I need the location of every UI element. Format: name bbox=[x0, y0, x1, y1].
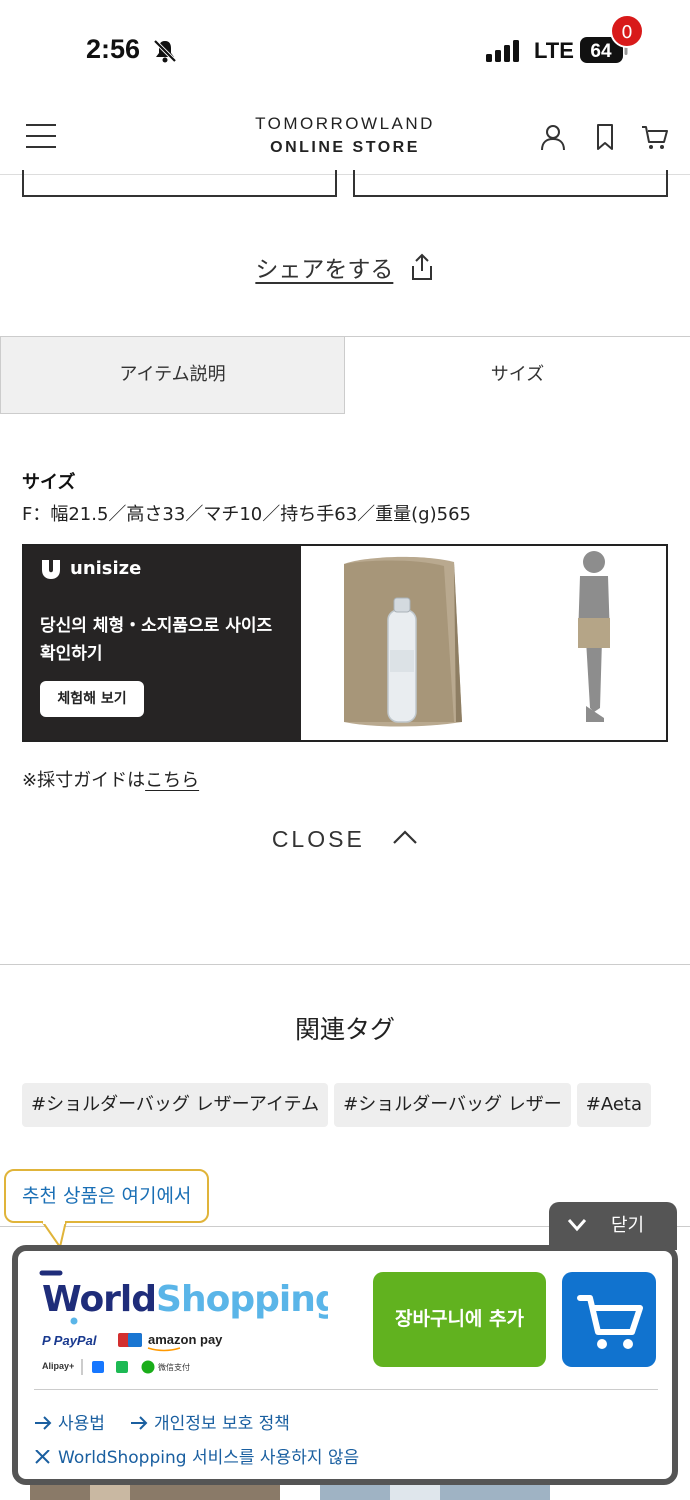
worldshopping-cart-button[interactable] bbox=[562, 1272, 656, 1367]
related-tags-title: 関連タグ bbox=[294, 1015, 395, 1044]
svg-text:P PayPal: P PayPal bbox=[42, 1333, 97, 1348]
add-to-cart-button[interactable]: 장바구니에 추가 bbox=[373, 1272, 546, 1367]
tag-item[interactable]: #ショルダーバッグ レザーアイテム bbox=[22, 1083, 329, 1127]
chevron-down-icon bbox=[567, 1219, 587, 1232]
bag-size-illustration bbox=[344, 551, 610, 727]
partial-button-left[interactable] bbox=[22, 170, 337, 197]
battery-level: 64 bbox=[590, 41, 612, 62]
unisize-try-button[interactable]: 체험해 보기 bbox=[40, 681, 144, 717]
svg-text:amazon pay: amazon pay bbox=[148, 1332, 223, 1347]
item-tabs: アイテム説明 サイズ bbox=[0, 336, 690, 414]
unisize-logo-icon bbox=[42, 560, 60, 579]
recommend-bubble[interactable]: 추천 상품은 여기에서 bbox=[4, 1169, 210, 1223]
site-header: TOMORROWLAND ONLINE STORE bbox=[0, 100, 690, 175]
size-heading: サイズ bbox=[22, 472, 76, 493]
close-label: CLOSE bbox=[271, 826, 365, 852]
network-label: LTE bbox=[534, 38, 574, 63]
share-label: シェアをする bbox=[255, 257, 394, 283]
panel-divider bbox=[34, 1389, 658, 1390]
payment-logos: P PayPal amazon pay Alipay+ 微信支付 bbox=[42, 1332, 223, 1375]
unisize-text: 당신의 체형・소지품으로 사이즈 확인하기 bbox=[40, 616, 273, 664]
share-link[interactable]: シェアをする bbox=[0, 250, 690, 284]
privacy-policy-label: 개인정보 보호 정책 bbox=[154, 1414, 290, 1434]
opt-out-link[interactable]: WorldShopping 서비스를 사용하지 않음 bbox=[34, 1443, 359, 1468]
chevron-up-icon bbox=[393, 830, 417, 844]
worldshopping-logo: WorldShopping bbox=[39, 1270, 328, 1325]
silent-bell-icon bbox=[153, 39, 177, 63]
store-logo[interactable]: TOMORROWLAND ONLINE STORE bbox=[0, 114, 690, 157]
section-divider bbox=[0, 964, 690, 965]
worldshopping-close-tab[interactable]: 닫기 bbox=[549, 1202, 677, 1250]
size-spec: F：幅21.5／高さ33／マチ10／持ち手63／重量(g)565 bbox=[22, 504, 471, 525]
close-icon bbox=[35, 1450, 50, 1464]
close-tab-label: 닫기 bbox=[611, 1215, 645, 1236]
partial-button-right[interactable] bbox=[353, 170, 668, 197]
cart-count-badge: 0 bbox=[610, 14, 644, 48]
privacy-policy-link[interactable]: 개인정보 보호 정책 bbox=[130, 1409, 290, 1434]
opt-out-label: WorldShopping 서비스를 사용하지 않음 bbox=[58, 1448, 360, 1468]
unisize-panel: unisize 당신의 체형・소지품으로 사이즈 확인하기 체험해 보기 bbox=[24, 546, 301, 740]
worldshopping-panel: WorldShopping P PayPal amazon pay Alipay… bbox=[12, 1245, 678, 1485]
cart-icon[interactable] bbox=[640, 122, 670, 152]
bookmark-icon[interactable] bbox=[590, 122, 620, 152]
logo-text: WorldShopping bbox=[42, 1279, 328, 1320]
how-to-use-label: 사용법 bbox=[58, 1414, 105, 1434]
svg-text:Alipay+: Alipay+ bbox=[42, 1361, 74, 1371]
tab-item-description[interactable]: アイテム説明 bbox=[0, 337, 345, 414]
share-icon bbox=[411, 253, 432, 280]
guide-prefix: ※採寸ガイドは bbox=[22, 770, 146, 791]
status-bar: 2:56 LTE 64 bbox=[0, 0, 690, 100]
close-toggle[interactable]: CLOSE bbox=[0, 826, 690, 853]
related-tags-list: #ショルダーバッグ レザーアイテム #ショルダーバッグ レザー #Aeta bbox=[22, 1083, 668, 1129]
measurement-guide: ※採寸ガイドはこちら bbox=[22, 766, 199, 792]
guide-link[interactable]: こちら bbox=[145, 770, 199, 791]
arrow-right-icon bbox=[35, 1416, 52, 1430]
unisize-banner[interactable]: unisize 당신의 체형・소지품으로 사이즈 확인하기 체험해 보기 bbox=[22, 544, 668, 742]
status-time: 2:56 bbox=[86, 34, 141, 64]
tag-item[interactable]: #Aeta bbox=[576, 1083, 651, 1127]
signal-icon bbox=[486, 40, 519, 62]
unisize-brand: unisize bbox=[70, 558, 142, 579]
tag-item[interactable]: #ショルダーバッグ レザー bbox=[334, 1083, 571, 1127]
account-icon[interactable] bbox=[538, 122, 568, 152]
product-thumbnails-peek bbox=[30, 1485, 550, 1500]
logo-line1: TOMORROWLAND bbox=[255, 114, 435, 133]
logo-line2: ONLINE STORE bbox=[270, 139, 420, 156]
cart-icon bbox=[577, 1295, 643, 1349]
tab-size[interactable]: サイズ bbox=[345, 337, 690, 414]
arrow-right-icon bbox=[131, 1416, 148, 1430]
how-to-use-link[interactable]: 사용법 bbox=[34, 1409, 105, 1434]
svg-text:微信支付: 微信支付 bbox=[158, 1362, 190, 1372]
